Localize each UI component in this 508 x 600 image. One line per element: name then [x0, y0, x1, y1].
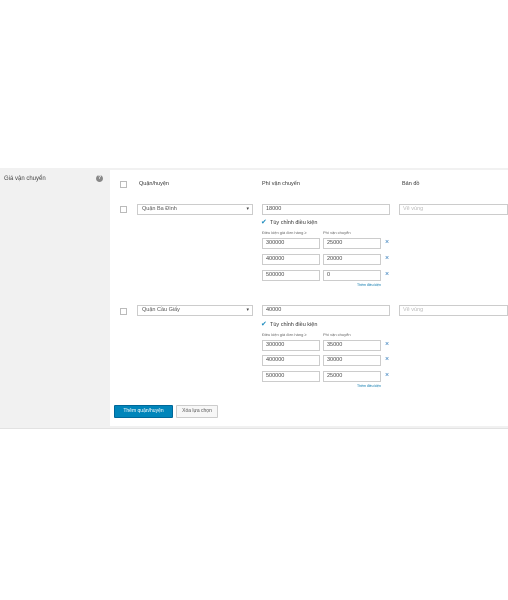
district-select-value: Quận Cầu Giấy — [142, 307, 180, 313]
field-label: Giá vận chuyển — [4, 176, 46, 182]
custom-condition-checkbox[interactable]: ✔ — [261, 219, 267, 226]
district-select[interactable]: Quận Ba Đình ▾ — [137, 204, 253, 215]
column-header-fee: Phí vận chuyển — [262, 181, 300, 187]
column-header-map: Bản đồ — [402, 181, 420, 187]
condition-fee-input[interactable]: 30000 — [323, 355, 381, 366]
select-all-checkbox[interactable] — [120, 181, 127, 188]
condition-min-input[interactable]: 500000 — [262, 371, 320, 382]
condition-fee-input[interactable]: 25000 — [323, 371, 381, 382]
question-icon[interactable]: ? — [96, 175, 103, 182]
column-header-district: Quận/huyện — [139, 181, 169, 187]
close-icon[interactable]: × — [385, 271, 389, 279]
condition-min-input[interactable]: 500000 — [262, 270, 320, 281]
condition-min-input[interactable]: 300000 — [262, 340, 320, 351]
add-condition-link[interactable]: Thêm điều kiện — [357, 384, 381, 388]
min-order-header: Điều kiện giá đơn hàng ≥ — [262, 332, 307, 337]
condition-fee-header: Phí vận chuyển — [323, 230, 351, 235]
chevron-down-icon: ▾ — [246, 206, 249, 212]
condition-min-input[interactable]: 400000 — [262, 254, 320, 265]
custom-condition-label: Tùy chỉnh điều kiện — [270, 220, 318, 226]
close-icon[interactable]: × — [385, 372, 389, 380]
district-select-value: Quận Ba Đình — [142, 206, 177, 212]
close-icon[interactable]: × — [385, 255, 389, 263]
add-condition-link[interactable]: Thêm điều kiện — [357, 283, 381, 287]
close-icon[interactable]: × — [385, 356, 389, 364]
map-input[interactable]: Vẽ vùng — [399, 204, 508, 215]
add-district-button[interactable]: Thêm quận/huyện — [114, 405, 173, 418]
fee-input[interactable]: 18000 — [262, 204, 390, 215]
fee-input[interactable]: 40000 — [262, 305, 390, 316]
min-order-header: Điều kiện giá đơn hàng ≥ — [262, 230, 307, 235]
map-input[interactable]: Vẽ vùng — [399, 305, 508, 316]
condition-min-input[interactable]: 400000 — [262, 355, 320, 366]
row-checkbox[interactable] — [120, 308, 127, 315]
condition-fee-input[interactable]: 0 — [323, 270, 381, 281]
condition-fee-input[interactable]: 35000 — [323, 340, 381, 351]
condition-fee-input[interactable]: 20000 — [323, 254, 381, 265]
condition-fee-header: Phí vận chuyển — [323, 332, 351, 337]
chevron-down-icon: ▾ — [246, 307, 249, 313]
district-select[interactable]: Quận Cầu Giấy ▾ — [137, 305, 253, 316]
close-icon[interactable]: × — [385, 341, 389, 349]
delete-selected-button[interactable]: Xóa lựa chọn — [176, 405, 218, 418]
condition-fee-input[interactable]: 25000 — [323, 238, 381, 249]
condition-min-input[interactable]: 300000 — [262, 238, 320, 249]
close-icon[interactable]: × — [385, 239, 389, 247]
row-checkbox[interactable] — [120, 206, 127, 213]
custom-condition-label: Tùy chỉnh điều kiện — [270, 322, 318, 328]
custom-condition-checkbox[interactable]: ✔ — [261, 321, 267, 328]
